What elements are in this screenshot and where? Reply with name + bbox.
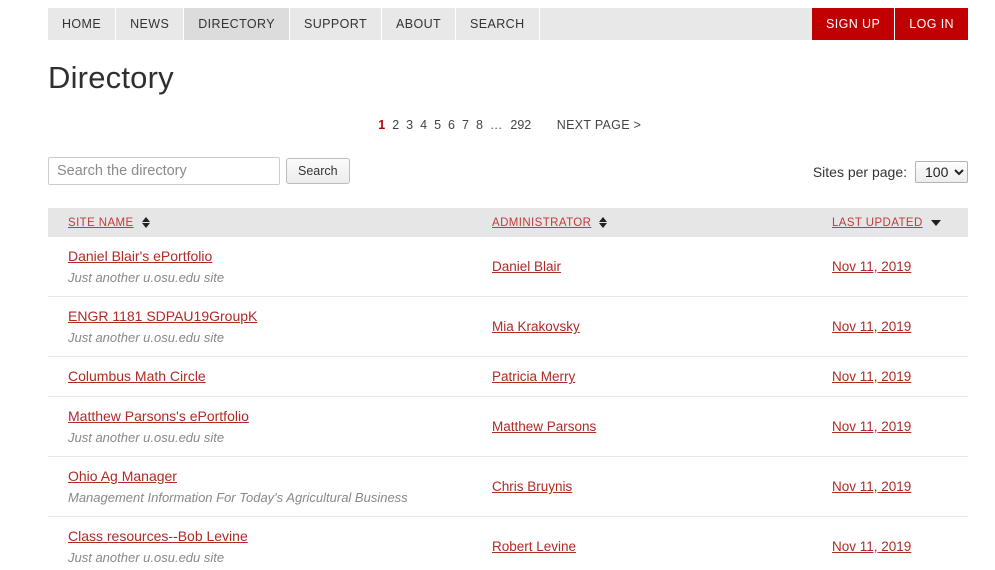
site-description: Just another u.osu.edu site bbox=[68, 269, 225, 285]
pagination-page-3[interactable]: 3 bbox=[406, 118, 413, 132]
directory-page: HOME NEWS DIRECTORY SUPPORT ABOUT SEARCH SIGN… bbox=[0, 0, 995, 570]
cell-site: Daniel Blair's ePortfolio Just another u.… bbox=[48, 247, 492, 287]
sites-per-page-select[interactable]: 102550100 bbox=[915, 161, 968, 183]
last-updated-link[interactable]: Nov 11, 2019 bbox=[832, 369, 968, 384]
last-updated-link[interactable]: Nov 11, 2019 bbox=[832, 419, 968, 434]
table-header-row: SITE NAME ADMINISTRATOR LAST UPDATED bbox=[48, 208, 968, 237]
table-row: Daniel Blair's ePortfolio Just another u.… bbox=[48, 237, 968, 297]
table-row: ENGR 1181 SDPAU19GroupK Just another u.os… bbox=[48, 297, 968, 357]
cell-administrator: Mia Krakovsky bbox=[492, 319, 832, 334]
sort-both-icon[interactable] bbox=[141, 216, 150, 229]
nav-spacer bbox=[539, 8, 813, 40]
pagination-ellipsis: … bbox=[489, 118, 504, 132]
nav-button-label: SIGN UP bbox=[826, 17, 881, 31]
nav-item-label: HOME bbox=[62, 17, 102, 31]
site-name-link[interactable]: Daniel Blair's ePortfolio bbox=[68, 247, 492, 266]
site-description: Just another u.osu.edu site bbox=[68, 549, 225, 565]
site-description: Just another u.osu.edu site bbox=[68, 329, 225, 345]
administrator-link[interactable]: Matthew Parsons bbox=[492, 419, 832, 434]
directory-table: SITE NAME ADMINISTRATOR LAST UPDATED Dan… bbox=[48, 208, 968, 570]
site-name-link[interactable]: Columbus Math Circle bbox=[68, 367, 492, 386]
table-row: Matthew Parsons's ePortfolio Just another… bbox=[48, 397, 968, 457]
table-row: Columbus Math Circle Patricia Merry Nov 11… bbox=[48, 357, 968, 397]
nav-item-news[interactable]: NEWS bbox=[116, 8, 185, 40]
last-updated-link[interactable]: Nov 11, 2019 bbox=[832, 539, 968, 554]
nav-item-home[interactable]: HOME bbox=[48, 8, 117, 40]
administrator-link[interactable]: Daniel Blair bbox=[492, 259, 832, 274]
cell-site: ENGR 1181 SDPAU19GroupK Just another u.os… bbox=[48, 307, 492, 347]
site-name-link[interactable]: Matthew Parsons's ePortfolio bbox=[68, 407, 492, 426]
nav-account-actions: SIGN UP LOG IN bbox=[812, 8, 968, 40]
search-input[interactable] bbox=[48, 157, 280, 185]
site-name-link[interactable]: ENGR 1181 SDPAU19GroupK bbox=[68, 307, 492, 326]
nav-item-search[interactable]: SEARCH bbox=[456, 8, 540, 40]
column-header-administrator-label[interactable]: ADMINISTRATOR bbox=[492, 217, 591, 229]
page-title: Directory bbox=[48, 60, 174, 95]
last-updated-link[interactable]: Nov 11, 2019 bbox=[832, 479, 968, 494]
cell-site: Class resources--Bob Levine Just another … bbox=[48, 527, 492, 567]
nav-item-directory[interactable]: DIRECTORY bbox=[184, 8, 290, 40]
site-description: Management Information For Today's Agric… bbox=[68, 489, 408, 505]
cell-site: Matthew Parsons's ePortfolio Just another… bbox=[48, 407, 492, 447]
pagination-page-5[interactable]: 5 bbox=[434, 118, 441, 132]
sites-per-page: Sites per page: 102550100 bbox=[813, 161, 968, 183]
last-updated-link[interactable]: Nov 11, 2019 bbox=[832, 259, 968, 274]
site-name-link[interactable]: Ohio Ag Manager bbox=[68, 467, 492, 486]
last-updated-link[interactable]: Nov 11, 2019 bbox=[832, 319, 968, 334]
pagination: 1 2 3 4 5 6 7 8 … 292 NEXT PAGE > bbox=[48, 118, 968, 132]
cell-site: Columbus Math Circle bbox=[48, 367, 492, 386]
sites-per-page-label: Sites per page: bbox=[812, 164, 907, 180]
site-description: Just another u.osu.edu site bbox=[68, 429, 225, 445]
column-header-last-updated[interactable]: LAST UPDATED bbox=[832, 217, 968, 229]
cell-last-updated: Nov 11, 2019 bbox=[832, 259, 968, 274]
log-in-button[interactable]: LOG IN bbox=[895, 8, 968, 40]
site-name-link[interactable]: Class resources--Bob Levine bbox=[68, 527, 492, 546]
cell-site: Ohio Ag Manager Management Information Fo… bbox=[48, 467, 492, 507]
column-header-site-name-label[interactable]: SITE NAME bbox=[68, 217, 134, 229]
column-header-last-updated-label[interactable]: LAST UPDATED bbox=[832, 217, 923, 229]
nav-item-label: SEARCH bbox=[470, 17, 525, 31]
main-navigation: HOME NEWS DIRECTORY SUPPORT ABOUT SEARCH SIGN… bbox=[48, 8, 968, 40]
administrator-link[interactable]: Robert Levine bbox=[492, 539, 832, 554]
nav-item-label: SUPPORT bbox=[303, 17, 367, 31]
cell-last-updated: Nov 11, 2019 bbox=[832, 319, 968, 334]
cell-last-updated: Nov 11, 2019 bbox=[832, 479, 968, 494]
column-header-site-name[interactable]: SITE NAME bbox=[48, 217, 492, 229]
table-row: Class resources--Bob Levine Just another … bbox=[48, 517, 968, 570]
sort-descending-icon[interactable] bbox=[930, 219, 941, 226]
nav-item-label: DIRECTORY bbox=[198, 17, 275, 31]
cell-last-updated: Nov 11, 2019 bbox=[832, 539, 968, 554]
cell-administrator: Robert Levine bbox=[492, 539, 832, 554]
cell-administrator: Daniel Blair bbox=[492, 259, 832, 274]
nav-item-support[interactable]: SUPPORT bbox=[289, 8, 382, 40]
administrator-link[interactable]: Mia Krakovsky bbox=[492, 319, 832, 334]
cell-administrator: Matthew Parsons bbox=[492, 419, 832, 434]
sign-up-button[interactable]: SIGN UP bbox=[812, 8, 896, 40]
pagination-next-page[interactable]: NEXT PAGE > bbox=[557, 118, 641, 132]
table-row: Ohio Ag Manager Management Information Fo… bbox=[48, 457, 968, 517]
pagination-page-4[interactable]: 4 bbox=[420, 118, 427, 132]
nav-item-about[interactable]: ABOUT bbox=[381, 8, 457, 40]
nav-item-label: ABOUT bbox=[395, 17, 442, 31]
sort-both-icon[interactable] bbox=[599, 216, 608, 229]
cell-administrator: Patricia Merry bbox=[492, 369, 832, 384]
cell-last-updated: Nov 11, 2019 bbox=[832, 369, 968, 384]
pagination-page-2[interactable]: 2 bbox=[392, 118, 399, 132]
administrator-link[interactable]: Patricia Merry bbox=[492, 369, 832, 384]
pagination-last-page[interactable]: 292 bbox=[510, 118, 531, 132]
directory-controls: Search Sites per page: 102550100 bbox=[48, 157, 968, 187]
pagination-page-7[interactable]: 7 bbox=[462, 118, 469, 132]
pagination-page-6[interactable]: 6 bbox=[448, 118, 455, 132]
nav-item-label: NEWS bbox=[130, 17, 170, 31]
pagination-current-page: 1 bbox=[378, 118, 386, 132]
cell-last-updated: Nov 11, 2019 bbox=[832, 419, 968, 434]
nav-button-label: LOG IN bbox=[909, 17, 954, 31]
pagination-page-8[interactable]: 8 bbox=[476, 118, 483, 132]
cell-administrator: Chris Bruynis bbox=[492, 479, 832, 494]
search-button[interactable]: Search bbox=[286, 158, 350, 184]
administrator-link[interactable]: Chris Bruynis bbox=[492, 479, 832, 494]
nav-links: HOME NEWS DIRECTORY SUPPORT ABOUT SEARCH bbox=[48, 8, 540, 40]
table-body: Daniel Blair's ePortfolio Just another u.… bbox=[48, 237, 968, 570]
column-header-administrator[interactable]: ADMINISTRATOR bbox=[492, 217, 832, 229]
